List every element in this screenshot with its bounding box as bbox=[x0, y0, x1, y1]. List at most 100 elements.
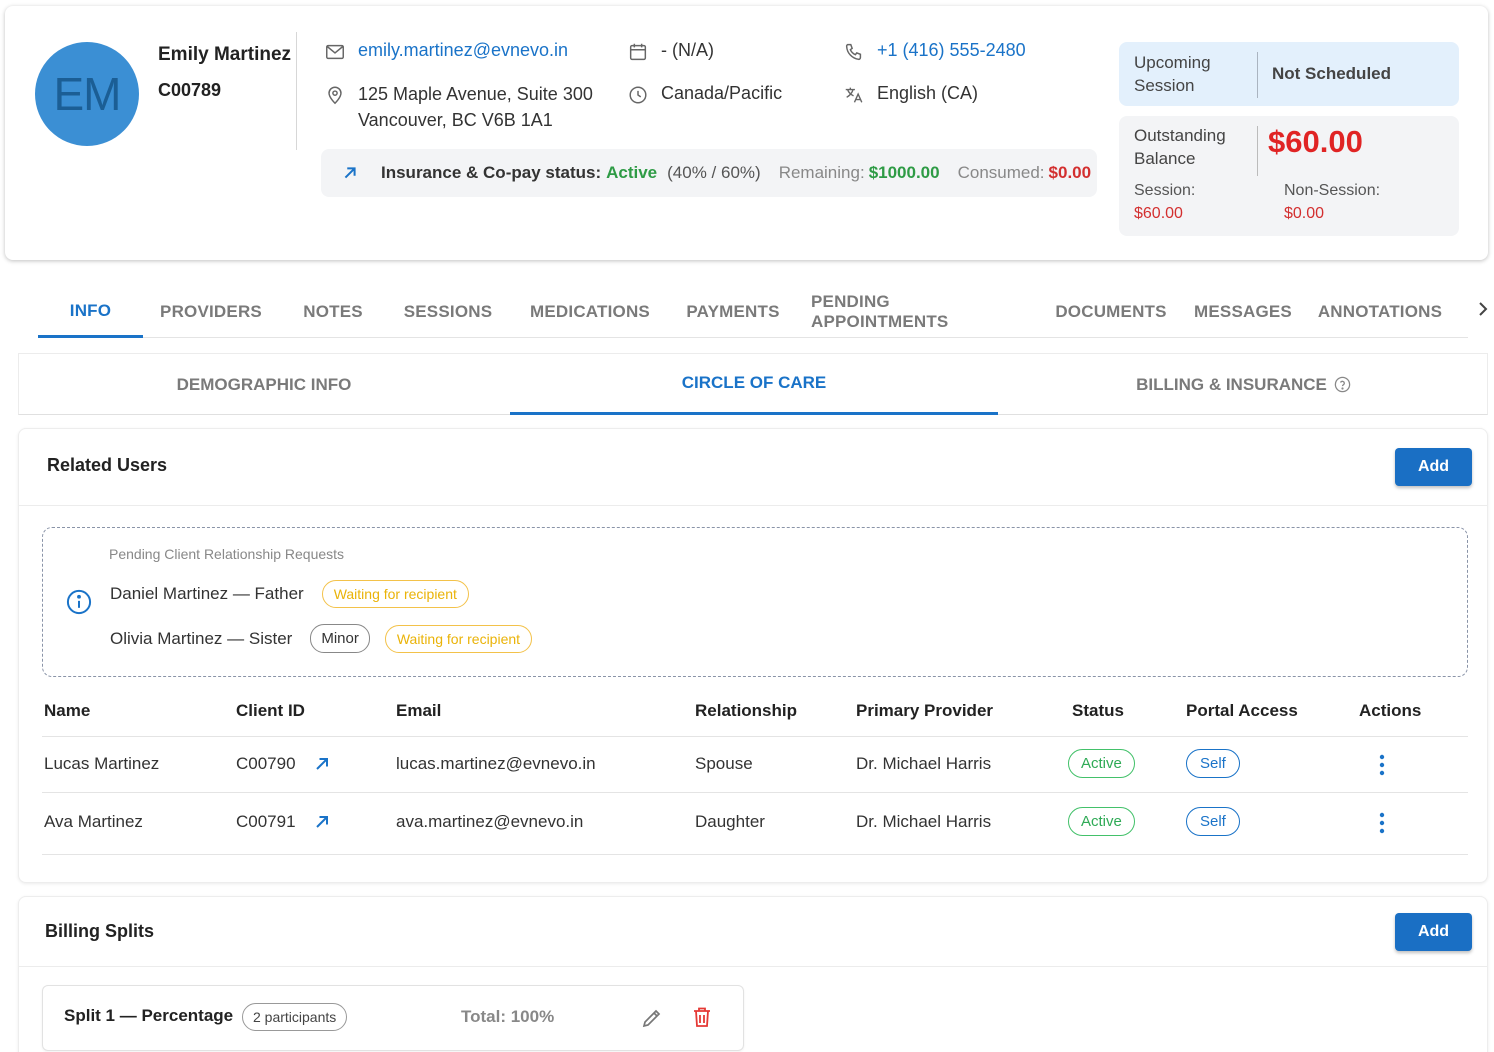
tab-info[interactable]: INFO bbox=[38, 286, 143, 338]
chevron-right-icon[interactable] bbox=[1474, 298, 1492, 320]
add-related-user-button[interactable]: Add bbox=[1395, 448, 1472, 486]
help-circle-icon[interactable] bbox=[1333, 375, 1352, 394]
tab-documents[interactable]: DOCUMENTS bbox=[1052, 286, 1170, 337]
client-profile-page: EM Emily Martinez C00789 emily.martinez@… bbox=[0, 0, 1494, 1052]
timezone-info: Canada/Pacific bbox=[626, 83, 782, 107]
consumed-label: Consumed: bbox=[957, 163, 1045, 182]
arrow-up-right-icon[interactable] bbox=[339, 162, 361, 184]
column-header-email: Email bbox=[396, 701, 442, 720]
client-id-text: C00790 bbox=[236, 754, 296, 773]
email-link[interactable]: emily.martinez@evnevo.in bbox=[358, 40, 568, 61]
minor-badge: Minor bbox=[310, 624, 370, 653]
tab-demographic-info[interactable]: DEMOGRAPHIC INFO bbox=[19, 354, 509, 415]
non-session-balance-value: $0.00 bbox=[1284, 205, 1325, 222]
mail-icon bbox=[323, 40, 347, 64]
pencil-icon[interactable] bbox=[640, 1006, 664, 1030]
insurance-status: Active bbox=[606, 163, 658, 182]
related-users-card: Related Users Add Pending Client Relatio… bbox=[18, 428, 1488, 883]
pending-request-row: Olivia Martinez — Sister Minor Waiting f… bbox=[110, 624, 533, 653]
language-value: English (CA) bbox=[877, 83, 979, 103]
upcoming-label: Upcoming Session bbox=[1134, 51, 1211, 97]
tab-notes[interactable]: NOTES bbox=[292, 286, 374, 337]
client-id-text: C00791 bbox=[236, 812, 296, 831]
balance-amount: $60.00 bbox=[1268, 124, 1363, 159]
phone-info: +1 (416) 555-2480 bbox=[842, 40, 1026, 64]
add-billing-split-button[interactable]: Add bbox=[1395, 913, 1472, 951]
table-header-divider bbox=[42, 736, 1468, 737]
main-tabs: INFO PROVIDERS NOTES SESSIONS MEDICATION… bbox=[38, 286, 1468, 338]
tab-pending-appointments[interactable]: PENDING APPOINTMENTS bbox=[811, 286, 1027, 337]
column-header-status: Status bbox=[1072, 701, 1124, 720]
column-header-portal-access: Portal Access bbox=[1186, 701, 1298, 720]
cell-email: lucas.martinez@evnevo.in bbox=[396, 754, 596, 773]
tab-circle-of-care[interactable]: CIRCLE OF CARE bbox=[510, 354, 998, 415]
remaining-value: $1000.00 bbox=[868, 163, 940, 182]
non-session-balance-label: Non-Session: bbox=[1284, 182, 1381, 199]
phone-icon bbox=[842, 40, 866, 64]
upcoming-value: Not Scheduled bbox=[1272, 64, 1392, 83]
cell-primary-provider: Dr. Michael Harris bbox=[856, 754, 992, 773]
related-users-title: Related Users bbox=[47, 455, 168, 475]
column-header-actions: Actions bbox=[1359, 701, 1422, 720]
insurance-label: Insurance & Co-pay status: bbox=[381, 163, 602, 182]
balance-divider bbox=[1257, 126, 1258, 176]
split-title: Split 1 — Percentage bbox=[64, 1006, 234, 1025]
cell-name: Lucas Martinez bbox=[44, 754, 160, 773]
client-name: Emily Martinez bbox=[158, 44, 292, 65]
header-divider bbox=[296, 32, 297, 150]
address-line1: 125 Maple Avenue, Suite 300 bbox=[358, 84, 593, 104]
cell-portal-access: Self bbox=[1186, 807, 1240, 836]
column-header-primary-provider: Primary Provider bbox=[856, 701, 994, 720]
tab-messages[interactable]: MESSAGES bbox=[1192, 286, 1294, 337]
insurance-status-bar: Insurance & Co-pay status: Active (40% /… bbox=[321, 149, 1097, 197]
client-header-card: EM Emily Martinez C00789 emily.martinez@… bbox=[5, 6, 1488, 260]
kebab-icon[interactable] bbox=[1378, 753, 1386, 777]
pending-requests-title: Pending Client Relationship Requests bbox=[109, 546, 345, 562]
kebab-icon[interactable] bbox=[1378, 811, 1386, 835]
remaining-label: Remaining: bbox=[778, 163, 865, 182]
consumed-value: $0.00 bbox=[1048, 163, 1092, 182]
cell-client-id: C00791 bbox=[236, 812, 332, 832]
billing-splits-divider bbox=[19, 966, 1487, 967]
upcoming-label-line1: Upcoming bbox=[1134, 53, 1211, 72]
arrow-up-right-icon[interactable] bbox=[312, 812, 332, 832]
column-header-name: Name bbox=[44, 701, 91, 720]
cell-primary-provider: Dr. Michael Harris bbox=[856, 812, 992, 831]
balance-label-line1: Outstanding bbox=[1134, 126, 1226, 145]
tab-sessions[interactable]: SESSIONS bbox=[396, 286, 500, 337]
tab-providers[interactable]: PROVIDERS bbox=[150, 286, 272, 337]
calendar-icon bbox=[626, 40, 650, 64]
waiting-status-badge: Waiting for recipient bbox=[384, 624, 533, 653]
row-divider bbox=[42, 792, 1468, 793]
sub-tabs: DEMOGRAPHIC INFO CIRCLE OF CARE BILLING … bbox=[18, 353, 1488, 415]
info-circle-icon bbox=[66, 589, 92, 615]
cell-portal-access: Self bbox=[1186, 749, 1240, 778]
avatar: EM bbox=[35, 42, 139, 146]
translate-icon bbox=[842, 83, 866, 107]
balance-label-line2: Balance bbox=[1134, 149, 1196, 168]
tab-payments[interactable]: PAYMENTS bbox=[682, 286, 784, 337]
arrow-up-right-icon[interactable] bbox=[312, 754, 332, 774]
column-header-relationship: Relationship bbox=[695, 701, 798, 720]
row-divider bbox=[42, 854, 1468, 855]
trash-icon[interactable] bbox=[691, 1005, 713, 1029]
status-badge: Active bbox=[1068, 807, 1135, 836]
language-info: English (CA) bbox=[842, 83, 978, 107]
tab-annotations[interactable]: ANNOTATIONS bbox=[1316, 286, 1444, 337]
split-total: Total: 100% bbox=[461, 1007, 555, 1026]
cell-status: Active bbox=[1068, 749, 1135, 778]
billing-splits-title: Billing Splits bbox=[45, 921, 155, 941]
portal-access-badge: Self bbox=[1186, 749, 1240, 778]
pending-request-row: Daniel Martinez — Father Waiting for rec… bbox=[110, 580, 469, 608]
dob-info: - (N/A) bbox=[626, 40, 714, 64]
upcoming-divider bbox=[1257, 52, 1258, 98]
phone-link[interactable]: +1 (416) 555-2480 bbox=[877, 40, 1026, 61]
tab-billing-insurance[interactable]: BILLING & INSURANCE bbox=[999, 354, 1489, 415]
tab-medications[interactable]: MEDICATIONS bbox=[526, 286, 654, 337]
cell-client-id: C00790 bbox=[236, 754, 332, 774]
billing-splits-card: Billing Splits Add Split 1 — Percentage … bbox=[18, 896, 1488, 1052]
cell-name: Ava Martinez bbox=[44, 812, 143, 831]
upcoming-session-box: Upcoming Session Not Scheduled bbox=[1119, 42, 1459, 106]
clock-icon bbox=[626, 83, 650, 107]
cell-status: Active bbox=[1068, 807, 1135, 836]
